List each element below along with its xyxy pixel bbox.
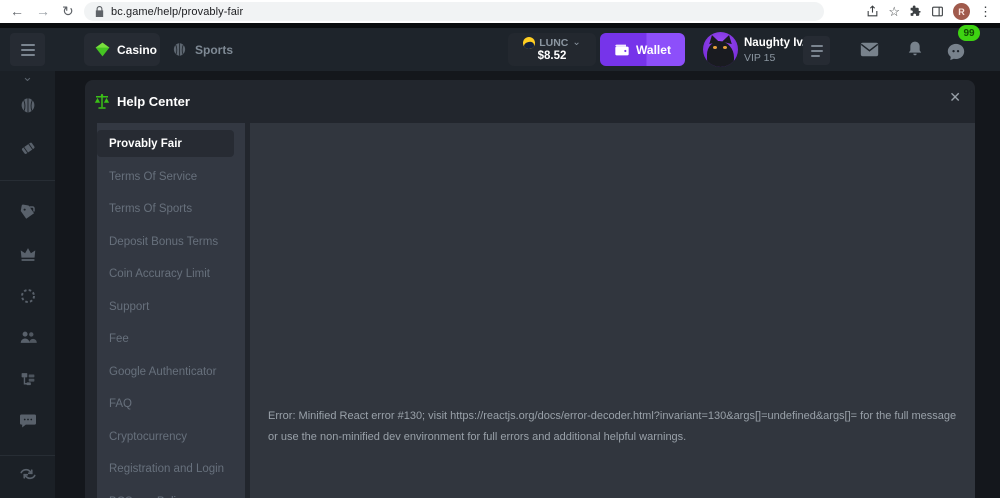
browser-profile-avatar[interactable]: R: [953, 3, 970, 20]
notifications-bell-icon[interactable]: [907, 40, 923, 58]
user-menu-button[interactable]: [803, 36, 830, 65]
menu-item-bcswap-policy[interactable]: BCSwap Policy: [97, 488, 234, 498]
menu-item-faq[interactable]: FAQ: [97, 390, 234, 417]
rank-structure-icon[interactable]: [19, 371, 37, 388]
menu-item-registration-login[interactable]: Registration and Login: [97, 455, 234, 482]
currency-selector[interactable]: LUNC ⌄ $8.52: [508, 33, 596, 66]
wallet-button[interactable]: Wallet: [600, 33, 685, 66]
sports-shell-icon: [172, 42, 187, 57]
menu-item-provably-fair[interactable]: Provably Fair: [97, 130, 234, 157]
forward-icon[interactable]: →: [36, 1, 50, 21]
menu-item-fee[interactable]: Fee: [97, 325, 234, 352]
scale-icon: [93, 93, 111, 111]
menu-item-google-authenticator[interactable]: Google Authenticator: [97, 358, 234, 385]
menu-item-coin-accuracy-limit[interactable]: Coin Accuracy Limit: [97, 260, 234, 287]
list-icon: [811, 45, 823, 57]
menu-item-cryptocurrency[interactable]: Cryptocurrency: [97, 423, 234, 450]
promotions-tags-icon[interactable]: [19, 204, 37, 222]
chat-unread-badge: 99: [958, 25, 980, 41]
bc-gem-icon: [95, 42, 110, 57]
address-bar[interactable]: bc.game/help/provably-fair: [84, 2, 824, 21]
share-icon[interactable]: [866, 5, 879, 18]
browser-menu-icon[interactable]: ⋮: [979, 4, 992, 20]
swap-hands-icon[interactable]: [19, 467, 37, 481]
menu-item-deposit-bonus-terms[interactable]: Deposit Bonus Terms: [97, 228, 234, 255]
user-name: Naughty Iv...: [744, 37, 812, 49]
currency-amount: $8.52: [508, 50, 596, 62]
avatar-creature: [707, 41, 734, 67]
extensions-icon[interactable]: [909, 5, 922, 18]
sports-label: Sports: [195, 43, 233, 57]
bookmark-star-icon[interactable]: ☆: [888, 4, 900, 20]
chevron-down-icon: ⌄: [572, 39, 580, 47]
currency-code: LUNC: [539, 37, 568, 49]
refresh-icon[interactable]: ↻: [62, 1, 74, 21]
chevron-down-icon[interactable]: ⌄: [22, 69, 33, 85]
menu-item-support[interactable]: Support: [97, 293, 234, 320]
top-nav: Casino Sports LUNC ⌄ $8.52 Wallet: [0, 28, 1000, 71]
token-circle-icon[interactable]: [19, 287, 37, 305]
left-icon-rail: ⌄: [0, 71, 55, 498]
page-body: ⌄: [0, 71, 1000, 498]
side-panel-icon[interactable]: [931, 5, 944, 18]
menu-item-terms-of-sports[interactable]: Terms Of Sports: [97, 195, 234, 222]
casino-label: Casino: [117, 43, 157, 57]
rail-divider: [0, 455, 55, 456]
react-error-message: Error: Minified React error #130; visit …: [268, 406, 968, 448]
browser-chrome: ← → ↻ bc.game/help/provably-fair ☆ R ⋮: [0, 0, 1000, 23]
bet-ticket-icon[interactable]: [19, 139, 37, 157]
menu-item-terms-of-service[interactable]: Terms Of Service: [97, 163, 234, 190]
user-avatar[interactable]: [703, 32, 738, 67]
inbox-icon[interactable]: [860, 42, 879, 57]
lunc-coin-icon: [523, 37, 535, 49]
sports-tab[interactable]: Sports: [172, 33, 233, 66]
affiliate-friends-icon[interactable]: [19, 329, 37, 345]
back-icon[interactable]: ←: [10, 1, 24, 21]
sports-shell-icon[interactable]: [19, 97, 36, 114]
user-vip-level: VIP 15: [744, 52, 775, 64]
screen: ← → ↻ bc.game/help/provably-fair ☆ R ⋮: [0, 0, 1000, 498]
hamburger-icon: [21, 44, 35, 56]
close-icon[interactable]: ✕: [949, 90, 961, 104]
help-center-modal: Help Center ✕ Provably Fair Terms Of Ser…: [85, 80, 975, 498]
wallet-label: Wallet: [636, 43, 671, 57]
wallet-icon: [614, 43, 630, 57]
chat-icon[interactable]: [946, 43, 966, 61]
lock-icon: [95, 6, 104, 17]
forum-chat-icon[interactable]: [19, 413, 37, 429]
help-content: Error: Minified React error #130; visit …: [250, 123, 975, 498]
modal-header: Help Center ✕: [85, 80, 975, 123]
casino-tab[interactable]: Casino: [84, 33, 160, 66]
vip-crown-icon[interactable]: [19, 246, 37, 262]
rail-divider: [0, 180, 55, 181]
help-menu: Provably Fair Terms Of Service Terms Of …: [97, 123, 245, 498]
modal-title: Help Center: [117, 94, 190, 109]
url-text: bc.game/help/provably-fair: [111, 6, 243, 18]
sidebar-toggle-button[interactable]: [10, 33, 45, 66]
